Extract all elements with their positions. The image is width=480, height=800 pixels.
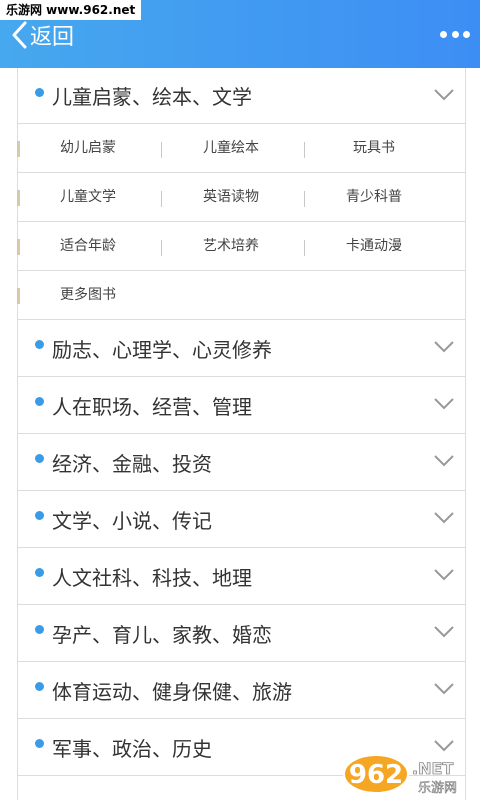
more-dots-icon: [440, 30, 447, 38]
more-dots-icon: [451, 30, 459, 38]
subcategory-row: 适合年龄 艺术培养 卡通动漫: [17, 222, 465, 271]
subcategory-item[interactable]: 儿童绘本: [161, 124, 301, 173]
subcategory-item[interactable]: 幼儿启蒙: [18, 124, 158, 173]
bullet-dot-icon: [35, 454, 44, 463]
category-label: 经济、金融、投资: [52, 451, 212, 476]
chevron-down-icon: [434, 683, 454, 695]
bullet-dot-icon: [35, 340, 44, 349]
category-label: 人在职场、经营、管理: [52, 394, 252, 419]
category-item-parenting[interactable]: 孕产、育儿、家教、婚恋: [18, 605, 465, 662]
category-label: 军事、政治、历史: [52, 736, 212, 761]
subcategory-item-more-books[interactable]: 更多图书: [18, 271, 158, 320]
subcategory-item[interactable]: 青少科普: [304, 173, 444, 222]
category-item-economy[interactable]: 经济、金融、投资: [18, 434, 465, 491]
subcategory-row: 更多图书: [17, 271, 465, 320]
subcategory-row: 儿童文学 英语读物 青少科普: [17, 173, 465, 222]
logo-suffix: .NET: [412, 759, 453, 778]
chevron-down-icon: [434, 88, 454, 100]
bullet-dot-icon: [35, 87, 44, 97]
category-label: 文学、小说、传记: [52, 508, 212, 533]
more-button[interactable]: [440, 27, 470, 41]
chevron-down-icon: [434, 512, 454, 524]
chevron-down-icon: [434, 626, 454, 638]
subcategory-row: 幼儿启蒙 儿童绘本 玩具书: [17, 124, 465, 173]
subcategory-item[interactable]: 英语读物: [161, 173, 301, 222]
category-item-children[interactable]: 儿童启蒙、绘本、文学: [18, 68, 465, 124]
back-button[interactable]: 返回: [10, 20, 74, 50]
bullet-dot-icon: [35, 739, 44, 748]
category-label: 体育运动、健身保健、旅游: [52, 679, 292, 704]
chevron-down-icon: [434, 455, 454, 467]
chevron-down-icon: [434, 740, 454, 752]
category-item-literature[interactable]: 文学、小说、传记: [18, 491, 465, 548]
chevron-left-icon: [12, 21, 27, 49]
bullet-dot-icon: [35, 511, 44, 520]
category-label: 孕产、育儿、家教、婚恋: [52, 622, 272, 647]
subcategory-grid: 幼儿启蒙 儿童绘本 玩具书 儿童文学 英语读物 青少科普 适合年龄 艺术培养 卡…: [17, 124, 465, 320]
subcategory-item[interactable]: 卡通动漫: [304, 222, 444, 271]
bullet-dot-icon: [35, 682, 44, 691]
subcategory-item[interactable]: 艺术培养: [161, 222, 301, 271]
bullet-dot-icon: [35, 625, 44, 634]
watermark-text: 乐游网 www.962.net: [0, 0, 142, 20]
logo-number: 962: [349, 760, 403, 790]
chevron-down-icon: [434, 341, 454, 353]
back-label: 返回: [30, 25, 75, 50]
chevron-down-icon: [434, 569, 454, 581]
more-dots-icon: [463, 30, 470, 38]
category-label: 人文社科、科技、地理: [52, 565, 252, 590]
category-item-workplace[interactable]: 人在职场、经营、管理: [18, 377, 465, 434]
category-label: 励志、心理学、心灵修养: [52, 337, 272, 362]
logo-sub: 乐游网: [418, 781, 457, 796]
site-logo: 962 .NET 乐游网: [342, 752, 474, 796]
top-bar: 乐游网 www.962.net 返回: [0, 0, 480, 68]
subcategory-item[interactable]: 儿童文学: [18, 173, 158, 222]
category-list: 儿童启蒙、绘本、文学 幼儿启蒙 儿童绘本 玩具书 儿童文学 英语读物 青少科普 …: [17, 68, 466, 800]
category-item-inspiration[interactable]: 励志、心理学、心灵修养: [18, 320, 465, 377]
category-item-sports[interactable]: 体育运动、健身保健、旅游: [18, 662, 465, 719]
category-item-humanities[interactable]: 人文社科、科技、地理: [18, 548, 465, 605]
bullet-dot-icon: [35, 397, 44, 406]
subcategory-item[interactable]: 适合年龄: [18, 222, 158, 271]
subcategory-item[interactable]: 玩具书: [304, 124, 444, 173]
chevron-down-icon: [434, 398, 454, 410]
category-label: 儿童启蒙、绘本、文学: [52, 85, 252, 109]
bullet-dot-icon: [35, 568, 44, 577]
